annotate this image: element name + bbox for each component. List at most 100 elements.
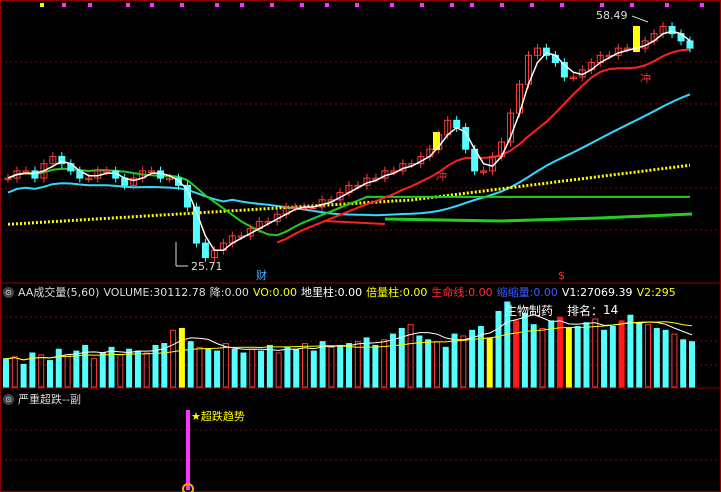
volume-bar	[354, 341, 361, 388]
volume-bar	[583, 322, 590, 388]
volume-bar	[319, 341, 326, 388]
volume-label: VOLUME:	[103, 285, 154, 299]
low-price-label: 25.71	[191, 260, 223, 273]
volume-bar	[451, 333, 458, 388]
indicator-name[interactable]: AA成交量(5,60)	[18, 284, 99, 300]
candle-body	[686, 40, 694, 49]
marker-dollar: $	[558, 269, 565, 282]
volume-bar	[486, 337, 493, 388]
beiliang-value: 0.00	[402, 285, 428, 299]
bottom-indicator-name[interactable]: 严重超跌--副	[18, 391, 81, 407]
volume-bar	[513, 320, 520, 388]
volume-bar	[521, 312, 528, 388]
volume-bar	[618, 320, 625, 388]
top-signal-marker	[450, 3, 454, 7]
suoliang-value: 0.00	[533, 285, 558, 299]
volume-bar	[460, 335, 467, 388]
volume-bar	[178, 327, 185, 388]
volume-bar	[240, 352, 247, 388]
volume-bar	[170, 329, 177, 388]
volume-bar	[3, 358, 9, 388]
volume-bar	[645, 324, 652, 388]
top-signal-marker	[180, 3, 184, 7]
high-price-pointer	[631, 15, 649, 23]
volume-bar	[284, 346, 291, 388]
v2-label: V2:	[636, 285, 655, 299]
volume-bar	[187, 341, 194, 388]
volume-bar	[565, 327, 572, 388]
trend-green-line	[384, 212, 693, 223]
volume-bar	[662, 329, 669, 388]
top-signal-marker	[530, 3, 534, 7]
indicator-toggle-icon[interactable]: ⊙	[3, 286, 14, 298]
volume-bar	[337, 344, 344, 388]
volume-bar	[433, 341, 440, 388]
volume-bar	[363, 337, 370, 388]
volume-bar	[11, 356, 18, 388]
volume-bar	[38, 354, 45, 388]
v2-value: 295	[654, 285, 676, 299]
top-signal-marker	[240, 3, 244, 7]
top-signal-marker	[270, 3, 274, 7]
volume-bar	[196, 346, 203, 388]
top-signal-marker	[355, 3, 359, 7]
signal-bar	[186, 410, 190, 490]
top-signal-marker	[700, 3, 704, 7]
diliang-value: 0.00	[337, 285, 363, 299]
trend-red-line	[324, 220, 386, 225]
stock-chart: 58.4925.71财冲冲$	[0, 0, 721, 492]
volume-bar	[425, 339, 432, 388]
bottom-indicator-header: ⊙ 严重超跌--副	[0, 392, 85, 406]
shengming-label: 生命线:	[431, 286, 469, 299]
volume-bar	[442, 346, 449, 388]
volume-bar	[275, 352, 282, 388]
volume-bar	[574, 326, 581, 388]
rank-value: 14	[603, 303, 619, 317]
vo-label: VO:	[252, 285, 273, 299]
volume-bar	[108, 346, 115, 388]
candle-body	[201, 242, 209, 259]
volume-bar	[46, 360, 53, 388]
volume-bar	[372, 344, 379, 388]
marker-chong: 冲	[640, 71, 651, 85]
vo-value: 0.00	[272, 285, 297, 299]
volume-bar	[653, 327, 660, 388]
volume-bar	[126, 348, 133, 388]
top-signal-marker	[300, 3, 304, 7]
top-signal-marker	[665, 3, 669, 7]
top-signal-marker	[560, 3, 564, 7]
volume-bar	[530, 324, 537, 388]
marker-cai: 财	[256, 268, 267, 282]
volume-bar	[627, 314, 634, 388]
bottom-toggle-icon[interactable]: ⊙	[3, 393, 14, 405]
candle-body	[551, 54, 559, 64]
jiang-label: 降:	[209, 286, 225, 299]
top-signal-marker	[630, 3, 634, 7]
volume-bar	[689, 341, 695, 388]
volume-bar	[548, 320, 555, 388]
rank-label: 排名：	[567, 303, 604, 318]
top-signal-marker	[420, 3, 424, 7]
marker-chong-2: 冲	[436, 169, 447, 183]
signal-label: ★超跌趋势	[191, 409, 249, 423]
sector-name: 生物制药	[505, 303, 554, 318]
top-signal-marker	[500, 3, 504, 7]
volume-bar	[55, 348, 62, 388]
volume-bar	[328, 346, 335, 388]
volume-value: 30112.78	[153, 285, 206, 299]
volume-bar	[90, 358, 97, 388]
top-signal-marker	[325, 3, 329, 7]
volume-bar	[310, 350, 317, 388]
volume-bar	[249, 348, 256, 388]
volume-bar	[117, 354, 124, 388]
volume-bar	[346, 343, 352, 388]
volume-bar	[671, 333, 678, 388]
top-signal-marker	[62, 3, 66, 7]
volume-bar	[609, 326, 616, 388]
beiliang-label: 倍量柱:	[366, 286, 403, 299]
volume-bar	[636, 322, 643, 388]
volume-bar	[152, 344, 159, 388]
volume-bar	[99, 352, 106, 388]
top-signal-marker	[600, 3, 604, 7]
shengming-value: 0.00	[468, 285, 493, 299]
